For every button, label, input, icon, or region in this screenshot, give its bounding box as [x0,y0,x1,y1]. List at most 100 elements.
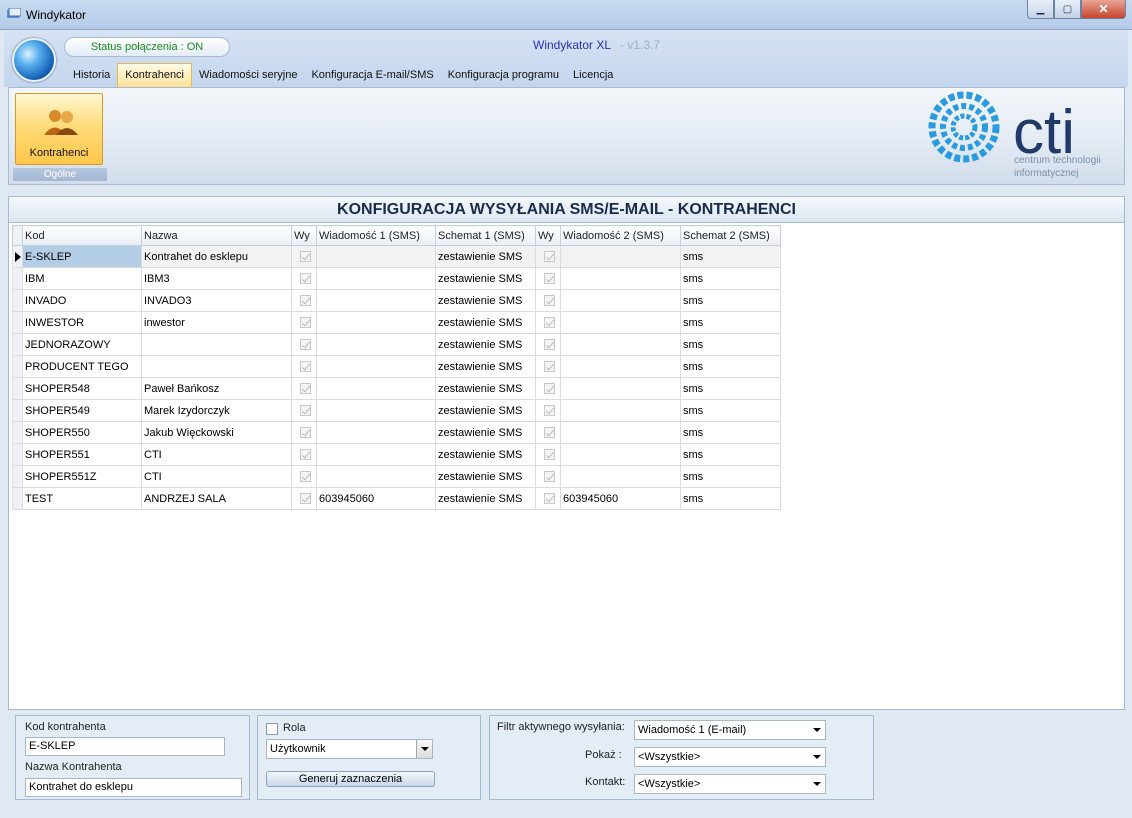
cell-wy1[interactable] [291,267,317,290]
maximize-button[interactable]: ▢ [1054,0,1081,19]
cell-schemat1[interactable]: zestawienie SMS [435,399,536,422]
minimize-button[interactable]: ▁ [1027,0,1054,19]
cell-nazwa[interactable]: inwestor [141,311,292,334]
cell-nazwa[interactable] [141,333,292,356]
cell-wy2[interactable] [535,487,561,510]
cell-schemat2[interactable]: sms [680,355,781,378]
column-header-kod[interactable]: Kod [22,225,142,246]
cell-kod[interactable]: SHOPER551Z [22,465,142,488]
cell-wy1[interactable] [291,421,317,444]
cell-wiadomosc1[interactable]: 603945060 [316,487,436,510]
cell-wiadomosc1[interactable] [316,267,436,290]
cell-schemat1[interactable]: zestawienie SMS [435,355,536,378]
cell-wiadomosc1[interactable] [316,245,436,268]
cell-wiadomosc2[interactable] [560,311,681,334]
cell-nazwa[interactable]: CTI [141,443,292,466]
cell-kod[interactable]: JEDNORAZOWY [22,333,142,356]
checkbox-checked-icon[interactable] [543,361,555,372]
cell-wiadomosc1[interactable] [316,443,436,466]
cell-schemat2[interactable]: sms [680,399,781,422]
cell-nazwa[interactable]: Marek Izydorczyk [141,399,292,422]
cell-schemat2[interactable]: sms [680,421,781,444]
cell-wiadomosc2[interactable] [560,333,681,356]
checkbox-checked-icon[interactable] [299,361,311,372]
checkbox-checked-icon[interactable] [543,449,555,460]
checkbox-checked-icon[interactable] [299,471,311,482]
cell-wiadomosc2[interactable] [560,377,681,400]
cell-wy1[interactable] [291,399,317,422]
cell-schemat1[interactable]: zestawienie SMS [435,421,536,444]
cell-wy2[interactable] [535,311,561,334]
checkbox-checked-icon[interactable] [543,251,555,262]
cell-schemat2[interactable]: sms [680,377,781,400]
column-header-schemat2[interactable]: Schemat 2 (SMS) [680,225,781,246]
checkbox-checked-icon[interactable] [299,251,311,262]
column-header-wy2[interactable]: Wy [535,225,561,246]
cell-wy1[interactable] [291,487,317,510]
column-header-wiadomosc1[interactable]: Wiadomość 1 (SMS) [316,225,436,246]
cell-wiadomosc2[interactable] [560,289,681,312]
checkbox-checked-icon[interactable] [299,427,311,438]
checkbox-checked-icon[interactable] [543,405,555,416]
cell-nazwa[interactable]: Paweł Bańkosz [141,377,292,400]
cell-nazwa[interactable]: IBM3 [141,267,292,290]
cell-wiadomosc2[interactable] [560,267,681,290]
table-row[interactable]: INWESTOR inwestor zestawienie SMS sms [12,311,781,334]
cell-wiadomosc1[interactable] [316,333,436,356]
checkbox-checked-icon[interactable] [543,427,555,438]
close-button[interactable]: ✕ [1081,0,1126,19]
cell-wiadomosc1[interactable] [316,289,436,312]
checkbox-checked-icon[interactable] [543,339,555,350]
table-row[interactable]: SHOPER551 CTI zestawienie SMS sms [12,443,781,466]
cell-schemat1[interactable]: zestawienie SMS [435,289,536,312]
cell-wy1[interactable] [291,333,317,356]
cell-wy2[interactable] [535,377,561,400]
table-row[interactable]: SHOPER551Z CTI zestawienie SMS sms [12,465,781,488]
checkbox-checked-icon[interactable] [543,317,555,328]
cell-wy1[interactable] [291,245,317,268]
table-row[interactable]: INVADO INVADO3 zestawienie SMS sms [12,289,781,312]
cell-schemat1[interactable]: zestawienie SMS [435,267,536,290]
checkbox-checked-icon[interactable] [299,295,311,306]
tab-konfiguracja-email-sms[interactable]: Konfiguracja E-mail/SMS [304,63,440,87]
tab-wiadomosci-seryjne[interactable]: Wiadomości seryjne [192,63,304,87]
checkbox-checked-icon[interactable] [299,317,311,328]
table-row[interactable]: PRODUCENT TEGO zestawienie SMS sms [12,355,781,378]
kod-field[interactable]: E-SKLEP [25,737,225,756]
cell-wy2[interactable] [535,245,561,268]
cell-kod[interactable]: INVADO [22,289,142,312]
cell-nazwa[interactable] [141,355,292,378]
cell-schemat1[interactable]: zestawienie SMS [435,487,536,510]
cell-wiadomosc1[interactable] [316,421,436,444]
checkbox-checked-icon[interactable] [299,405,311,416]
cell-wy1[interactable] [291,465,317,488]
cell-schemat2[interactable]: sms [680,311,781,334]
app-menu-globe-icon[interactable] [12,38,56,82]
table-row[interactable]: JEDNORAZOWY zestawienie SMS sms [12,333,781,356]
cell-schemat1[interactable]: zestawienie SMS [435,333,536,356]
cell-schemat2[interactable]: sms [680,465,781,488]
cell-nazwa[interactable]: Kontrahet do esklepu [141,245,292,268]
checkbox-checked-icon[interactable] [299,383,311,394]
nazwa-field[interactable]: Kontrahet do esklepu [25,778,242,797]
cell-kod[interactable]: SHOPER549 [22,399,142,422]
cell-kod[interactable]: SHOPER550 [22,421,142,444]
cell-kod[interactable]: TEST [22,487,142,510]
cell-wiadomosc1[interactable] [316,355,436,378]
cell-wiadomosc2[interactable] [560,245,681,268]
cell-kod[interactable]: IBM [22,267,142,290]
checkbox-checked-icon[interactable] [299,273,311,284]
cell-wiadomosc2[interactable] [560,421,681,444]
cell-wy1[interactable] [291,443,317,466]
kontrahenci-button[interactable]: Kontrahenci [15,93,103,165]
cell-schemat2[interactable]: sms [680,333,781,356]
table-row[interactable]: TEST ANDRZEJ SALA 603945060 zestawienie SMS… [12,487,781,510]
cell-wiadomosc2[interactable] [560,355,681,378]
cell-wy2[interactable] [535,443,561,466]
cell-nazwa[interactable]: ANDRZEJ SALA [141,487,292,510]
kontakt-select[interactable]: <Wszystkie> [634,774,826,794]
checkbox-checked-icon[interactable] [543,383,555,394]
cell-wy2[interactable] [535,355,561,378]
cell-wy1[interactable] [291,289,317,312]
column-header-wy1[interactable]: Wy [291,225,317,246]
